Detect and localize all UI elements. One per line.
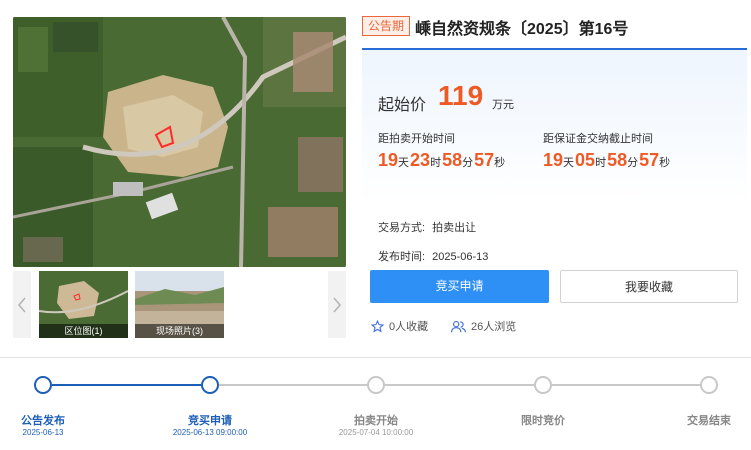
publish-date-label: 发布时间: (378, 251, 426, 263)
timeline-connector (52, 384, 201, 386)
thumbnail-prev-button[interactable] (13, 271, 31, 338)
views-count: 26人浏览 (451, 318, 516, 334)
countdown-days-unit: 天 (398, 157, 410, 169)
timeline-connector (385, 384, 534, 386)
publish-date-row: 发布时间: 2025-06-13 (378, 248, 488, 264)
countdown-hours: 23 (410, 150, 431, 170)
timeline-connector (552, 384, 700, 386)
starting-price-value: 119 (438, 80, 484, 111)
thumbnail-label: 现场照片(3) (135, 324, 224, 338)
countdown-minutes-unit: 分 (627, 157, 639, 169)
publish-date-value: 2025-06-13 (432, 251, 489, 263)
chevron-right-icon (333, 296, 342, 313)
timeline-step-marker (367, 376, 385, 394)
status-badge: 公告期 (362, 16, 411, 36)
countdown-seconds: 57 (639, 150, 660, 170)
timeline-step-date: 2025-06-13 09:00:00 (172, 428, 248, 437)
listing-title: 嵊自然资规条〔2025〕第16号 (415, 21, 629, 38)
countdown-hours-unit: 时 (595, 157, 607, 169)
listing-header: 公告期 嵊自然资规条〔2025〕第16号 (362, 14, 747, 50)
countdown-days: 19 (543, 150, 564, 170)
thumbnail-label: 区位图(1) (39, 324, 128, 338)
auction-start-countdown-label: 距拍卖开始时间 (378, 133, 455, 145)
deposit-deadline-countdown-label: 距保证金交纳截止时间 (543, 133, 653, 145)
views-count-text: 26人浏览 (471, 321, 517, 333)
thumbnail-location-map[interactable]: 区位图(1) (39, 271, 128, 338)
countdown-hours-unit: 时 (430, 157, 442, 169)
starting-price-unit: 万元 (492, 99, 514, 111)
apply-bid-button[interactable]: 竞买申请 (370, 270, 549, 303)
timeline-step-marker (34, 376, 52, 394)
timeline-step-name: 拍卖开始 (354, 415, 398, 427)
star-icon (371, 319, 384, 332)
auction-start-countdown: 19天23时58分57秒 (378, 150, 506, 171)
main-satellite-image[interactable] (13, 17, 346, 267)
timeline-step-name: 交易结束 (687, 415, 731, 427)
deposit-deadline-countdown: 19天05时58分57秒 (543, 150, 671, 171)
timeline-step-name: 公告发布 (21, 415, 65, 427)
users-icon (451, 320, 466, 332)
favorites-count-text: 0人收藏 (389, 321, 429, 333)
thumbnail-site-photos[interactable]: 现场照片(3) (135, 271, 224, 338)
countdown-seconds-unit: 秒 (659, 157, 671, 169)
countdown-minutes: 58 (442, 150, 463, 170)
chevron-left-icon (17, 296, 26, 313)
trade-method-label: 交易方式: (378, 222, 426, 234)
timeline-step-marker (201, 376, 219, 394)
timeline-step-date: 2025-07-04 10:00:00 (338, 428, 414, 437)
add-favorite-button[interactable]: 我要收藏 (560, 270, 738, 303)
countdown-seconds: 57 (474, 150, 495, 170)
timeline-step-marker (534, 376, 552, 394)
timeline-step-date: 2025-06-13 (22, 428, 64, 437)
countdown-minutes-unit: 分 (462, 157, 474, 169)
thumbnail-strip: 区位图(1) 现场照片(3) (13, 271, 346, 338)
trade-method-row: 交易方式: 拍卖出让 (378, 219, 476, 235)
starting-price-label: 起始价 (378, 97, 427, 114)
countdown-days: 19 (378, 150, 399, 170)
countdown-days-unit: 天 (563, 157, 575, 169)
price-panel: 起始价 119 万元 距拍卖开始时间 19天23时58分57秒 距保证金交纳截止… (362, 50, 747, 203)
satellite-map-graphic (13, 17, 346, 267)
timeline-step-name: 限时竞价 (521, 415, 565, 427)
progress-timeline: 公告发布 2025-06-13 竞买申请 2025-06-13 09:00:00 拍卖开… (0, 358, 751, 450)
timeline-step-marker (700, 376, 718, 394)
countdown-minutes: 58 (607, 150, 628, 170)
countdown-seconds-unit: 秒 (494, 157, 506, 169)
countdown-hours: 05 (575, 150, 596, 170)
timeline-step-name: 竞买申请 (188, 415, 232, 427)
trade-method-value: 拍卖出让 (432, 222, 477, 234)
thumbnail-next-button[interactable] (328, 271, 346, 338)
timeline-connector (219, 384, 367, 386)
favorites-count[interactable]: 0人收藏 (371, 318, 428, 334)
